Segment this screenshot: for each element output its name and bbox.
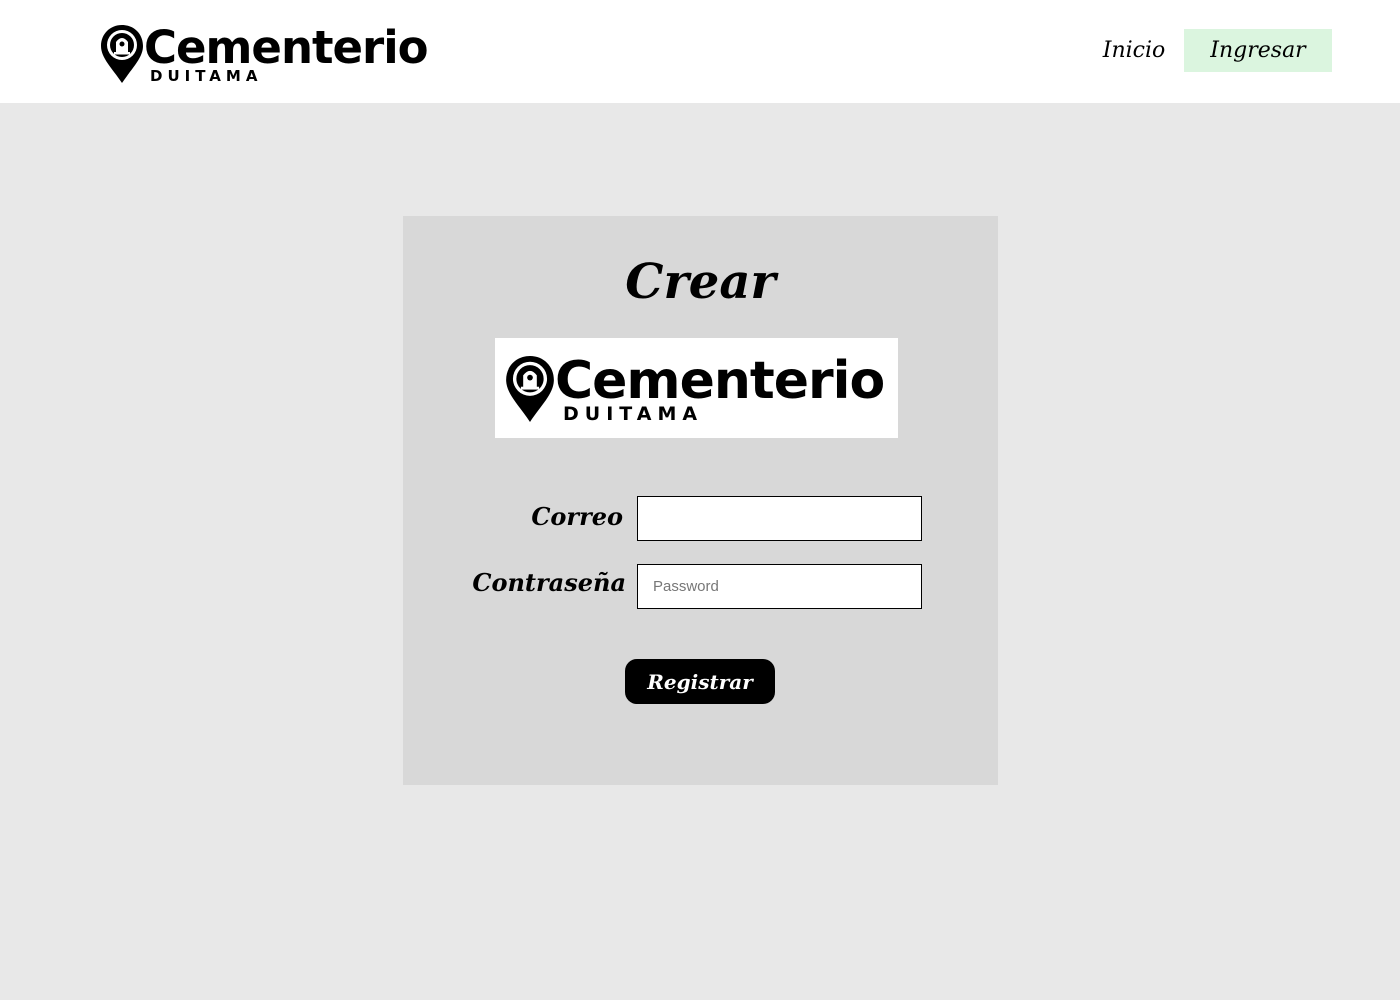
logo-brand: Cementerio bbox=[555, 350, 885, 411]
logo-brand: Cementerio bbox=[144, 20, 429, 74]
contrasena-input[interactable] bbox=[637, 564, 922, 609]
form-logo: Cementerio DUITAMA bbox=[495, 338, 898, 438]
logo-subtitle: DUITAMA bbox=[150, 66, 263, 85]
location-pin-icon bbox=[101, 25, 143, 83]
contrasena-label: Contraseña bbox=[472, 568, 626, 597]
site-header: Cementerio DUITAMA Inicio Ingresar bbox=[0, 0, 1400, 103]
page-title: Crear bbox=[625, 254, 776, 310]
correo-input[interactable] bbox=[637, 496, 922, 541]
registrar-button[interactable]: Registrar bbox=[625, 659, 775, 704]
logo-subtitle: DUITAMA bbox=[563, 402, 704, 425]
header-logo[interactable]: Cementerio DUITAMA bbox=[100, 20, 429, 85]
nav-inicio-link[interactable]: Inicio bbox=[1088, 29, 1180, 72]
register-card: Crear Cementerio DUITAMA Correo Contrase… bbox=[403, 216, 998, 785]
nav-ingresar-link[interactable]: Ingresar bbox=[1184, 29, 1332, 72]
correo-label: Correo bbox=[531, 502, 623, 531]
location-pin-icon bbox=[506, 356, 554, 422]
